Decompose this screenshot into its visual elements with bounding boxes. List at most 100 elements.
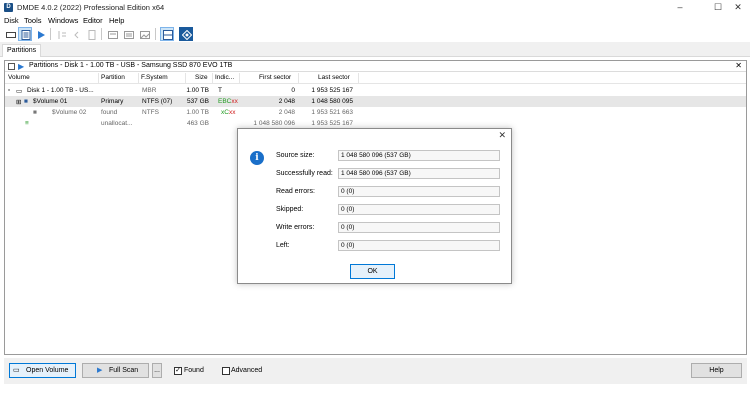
col-sep	[98, 73, 99, 84]
size-cell: 1.00 TB	[186, 108, 209, 116]
panel-title-bar: ▶ Partitions - Disk 1 - 1.00 TB - USB - …	[5, 61, 746, 72]
source-size-value: 1 048 580 096 (537 GB)	[338, 150, 500, 161]
write-errors-value: 0 (0)	[338, 222, 500, 233]
table-row[interactable]: ⊞ ■ $Volume 01 Primary NTFS (07) 537 GB …	[5, 96, 746, 107]
col-first-sector[interactable]: First sector	[259, 74, 291, 81]
file-icon[interactable]	[84, 27, 98, 41]
successfully-read-label: Successfully read:	[276, 170, 333, 177]
last-sector-cell: 1 953 525 167	[311, 119, 353, 127]
table-row[interactable]: ▫ ▭ Disk 1 - 1.00 TB - US... MBR 1.00 TB…	[5, 85, 746, 96]
tree-toggle-icon[interactable]: ⊞	[16, 98, 21, 106]
advanced-label: Advanced	[231, 367, 263, 374]
panel-title: Partitions - Disk 1 - 1.00 TB - USB - Sa…	[29, 62, 233, 69]
image-icon[interactable]	[137, 27, 151, 41]
scan-results-dialog: ✕ i Source size: 1 048 580 096 (537 GB) …	[237, 128, 512, 284]
size-cell: 537 GB	[186, 97, 209, 105]
col-indic[interactable]: Indic...	[215, 74, 234, 81]
app-icon: D	[4, 3, 13, 12]
first-sector-cell: 0	[291, 86, 295, 94]
open-volume-button[interactable]: ▭ Open Volume	[9, 363, 76, 378]
source-size-label: Source size:	[276, 152, 315, 159]
last-sector-cell: 1 953 525 167	[311, 86, 353, 94]
indic-cell: T	[218, 86, 222, 94]
read-errors-label: Read errors:	[276, 188, 315, 195]
fs-cell: NTFS	[142, 108, 159, 116]
size-cell: 1.00 TB	[186, 86, 209, 94]
col-sep	[212, 73, 213, 84]
more-options-button[interactable]: ...	[152, 363, 162, 378]
menu-disk[interactable]: Disk	[4, 16, 19, 25]
col-sep	[298, 73, 299, 84]
fs-cell: MBR	[142, 86, 157, 94]
col-fsystem[interactable]: F.System	[141, 74, 168, 81]
col-size[interactable]: Size	[195, 74, 208, 81]
drive-icon[interactable]	[3, 27, 17, 41]
dialog-close-icon[interactable]: ✕	[498, 130, 506, 141]
volume-name: $Volume 02	[52, 108, 87, 116]
panel-close-icon[interactable]: ✕	[735, 61, 742, 70]
hex-view-icon[interactable]	[121, 27, 135, 41]
advanced-checkbox[interactable]	[222, 367, 230, 375]
column-header: Volume Partition F.System Size Indic... …	[5, 73, 746, 84]
tree-toggle-icon[interactable]: ▫	[8, 87, 10, 94]
partition-cell: Primary	[101, 97, 124, 105]
full-scan-button[interactable]: ▶ Full Scan	[82, 363, 149, 378]
col-partition[interactable]: Partition	[101, 74, 125, 81]
indic-cell: EBCxx	[218, 97, 238, 105]
bottom-bar: ▭ Open Volume ▶ Full Scan ... ✓ Found Ad…	[4, 358, 747, 384]
toolbar-separator	[50, 28, 51, 40]
skipped-value: 0 (0)	[338, 204, 500, 215]
directory-icon[interactable]	[54, 27, 68, 41]
left-value: 0 (0)	[338, 240, 500, 251]
col-sep	[185, 73, 186, 84]
col-last-sector[interactable]: Last sector	[318, 74, 350, 81]
menu-editor[interactable]: Editor	[83, 16, 103, 25]
volume-icon: ■	[24, 97, 28, 105]
close-button[interactable]: ✕	[726, 0, 750, 14]
fs-cell: NTFS (07)	[142, 97, 173, 105]
play-icon[interactable]: ▶	[18, 62, 24, 71]
toolbar-separator	[101, 28, 102, 40]
title-bar: D DMDE 4.0.2 (2022) Professional Edition…	[0, 0, 750, 15]
skipped-label: Skipped:	[276, 206, 304, 213]
toolbar	[0, 26, 750, 42]
back-icon[interactable]	[69, 27, 83, 41]
dmde-icon[interactable]	[179, 27, 193, 41]
first-sector-cell: 1 048 580 096	[253, 119, 295, 127]
ok-button[interactable]: OK	[350, 264, 395, 279]
successfully-read-value: 1 048 580 096 (537 GB)	[338, 168, 500, 179]
play-icon[interactable]	[33, 27, 47, 41]
pin-icon[interactable]	[8, 63, 15, 70]
help-button[interactable]: Help	[691, 363, 742, 378]
window-title: DMDE 4.0.2 (2022) Professional Edition x…	[17, 3, 165, 12]
minimize-button[interactable]: –	[668, 0, 692, 14]
menu-bar: Disk Tools Windows Editor Help	[0, 15, 750, 26]
volume-icon: ▭	[13, 367, 20, 374]
volume-icon: ■	[33, 108, 37, 116]
col-volume[interactable]: Volume	[8, 74, 30, 81]
tab-partitions[interactable]: Partitions	[2, 44, 42, 57]
left-label: Left:	[276, 242, 290, 249]
split-view-icon[interactable]	[160, 27, 174, 41]
unallocated-icon: ≡	[25, 119, 29, 127]
first-sector-cell: 2 048	[278, 97, 295, 105]
menu-windows[interactable]: Windows	[48, 16, 78, 25]
col-sep	[358, 73, 359, 84]
found-checkbox[interactable]: ✓	[174, 367, 182, 375]
table-row[interactable]: ■ $Volume 02 found NTFS 1.00 TB xCxx 2 0…	[5, 107, 746, 118]
col-sep	[239, 73, 240, 84]
editor-icon[interactable]	[105, 27, 119, 41]
disk-icon: ▭	[16, 87, 23, 95]
info-icon: i	[250, 151, 264, 165]
menu-help[interactable]: Help	[109, 16, 124, 25]
volume-name: Disk 1 - 1.00 TB - US...	[27, 86, 94, 94]
menu-tools[interactable]: Tools	[24, 16, 42, 25]
toolbar-separator	[155, 28, 156, 40]
first-sector-cell: 2 048	[278, 108, 295, 116]
found-label: Found	[184, 367, 204, 374]
tab-strip: Partitions	[0, 42, 750, 57]
col-sep	[138, 73, 139, 84]
partition-cell: unallocat...	[101, 119, 133, 127]
size-cell: 463 GB	[186, 119, 209, 127]
partitions-list-icon[interactable]	[18, 27, 32, 41]
